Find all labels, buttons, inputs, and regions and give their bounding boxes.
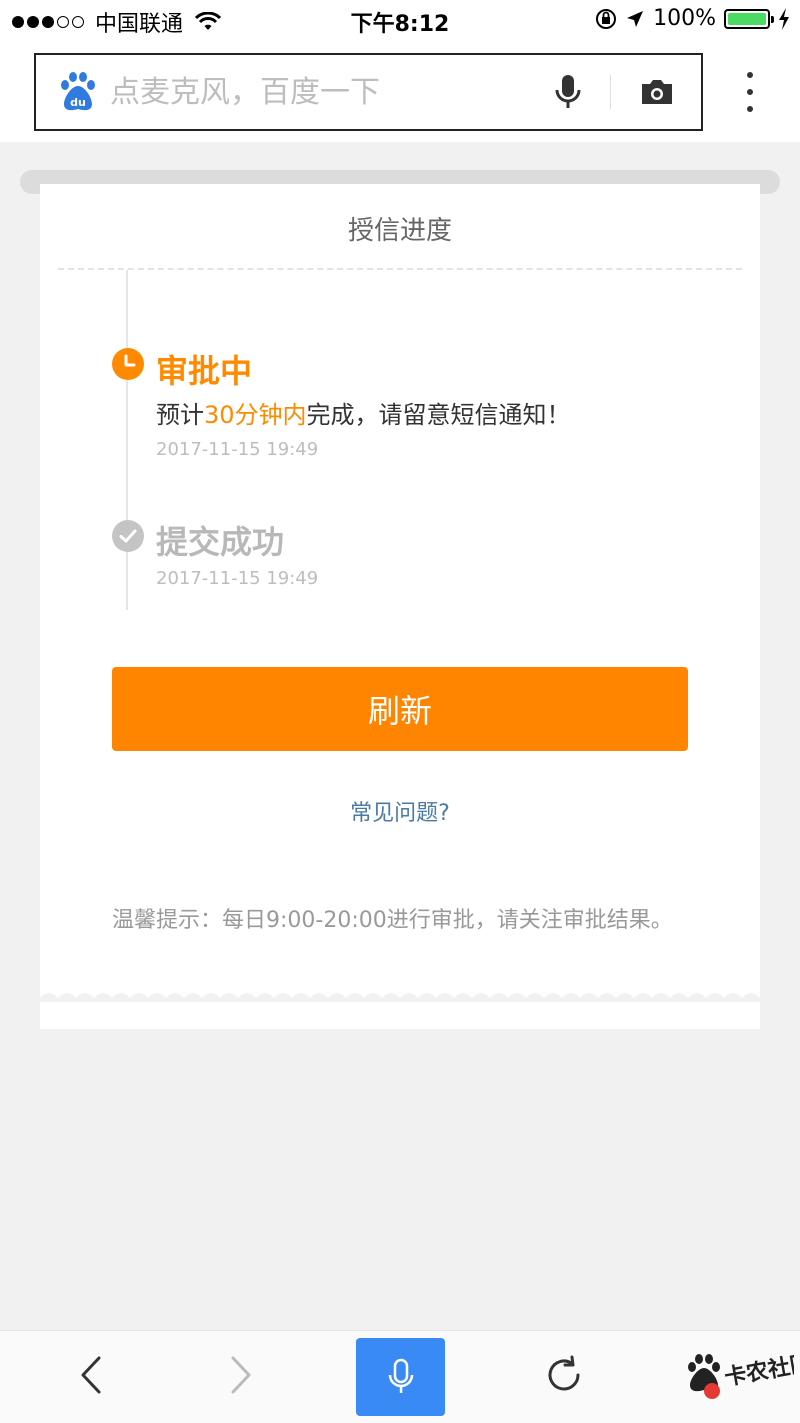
search-input[interactable] bbox=[110, 74, 548, 110]
desc-highlight: 30分钟内 bbox=[204, 401, 307, 429]
faq-link[interactable]: 常见问题? bbox=[40, 795, 760, 827]
desc-suffix: 完成，请留意短信通知！ bbox=[306, 401, 571, 429]
page-title: 授信进度 bbox=[347, 216, 452, 246]
location-arrow-icon bbox=[627, 10, 644, 27]
image-search-button[interactable] bbox=[637, 72, 677, 112]
reload-button[interactable] bbox=[540, 1351, 588, 1399]
page: 中国联通 下午8:12 100% du 点麦克风，百度一下 授信进度 审批中 预… bbox=[0, 0, 800, 1423]
bottom-toolbar: 卡农社区 bbox=[0, 1330, 800, 1423]
microphone-icon bbox=[388, 1358, 413, 1393]
search-box[interactable]: du bbox=[34, 53, 703, 131]
back-button[interactable] bbox=[68, 1351, 116, 1399]
status-right: 100% bbox=[587, 6, 790, 31]
step-time-submitted: 2017-11-15 19:49 bbox=[156, 568, 319, 589]
step-description: 预计30分钟内完成，请留意短信通知！ bbox=[156, 395, 571, 430]
forward-button[interactable] bbox=[216, 1351, 264, 1399]
baidu-paw-icon: du bbox=[61, 72, 95, 111]
camera-icon bbox=[642, 80, 672, 104]
credit-progress-card: 授信进度 审批中 预计30分钟内完成，请留意短信通知！ 2017-11-15 1… bbox=[40, 184, 760, 1029]
more-vertical-icon[interactable] bbox=[740, 72, 760, 112]
orientation-lock-icon bbox=[596, 8, 617, 29]
check-circle-icon bbox=[112, 520, 144, 552]
watermark-text: 卡农社区 bbox=[723, 1350, 794, 1391]
timeline-line bbox=[126, 270, 128, 610]
desc-prefix: 预计 bbox=[156, 401, 204, 429]
refresh-icon bbox=[548, 1355, 580, 1391]
microphone-icon bbox=[555, 75, 581, 108]
status-bar: 中国联通 下午8:12 100% bbox=[0, 0, 800, 40]
clock-icon bbox=[112, 348, 144, 380]
title-divider bbox=[58, 268, 742, 270]
search-divider bbox=[610, 75, 611, 109]
voice-search-button[interactable] bbox=[548, 72, 588, 112]
search-header: du bbox=[0, 40, 800, 142]
refresh-button[interactable]: 刷新 bbox=[112, 667, 688, 751]
step-status-submitted: 提交成功 bbox=[156, 523, 285, 561]
watermark-logo: 卡农社区 bbox=[688, 1350, 794, 1399]
step-status-approving: 审批中 bbox=[156, 352, 253, 390]
chevron-right-icon bbox=[231, 1356, 251, 1394]
voice-button[interactable] bbox=[356, 1338, 445, 1416]
svg-text:du: du bbox=[70, 96, 86, 109]
tip-text: 温馨提示：每日9:00-20:00进行审批，请关注审批结果。 bbox=[112, 908, 673, 933]
chevron-left-icon bbox=[81, 1356, 101, 1394]
charging-bolt-icon bbox=[779, 7, 789, 30]
battery-icon bbox=[724, 8, 774, 29]
scallop-edge bbox=[40, 993, 760, 1002]
battery-percent: 100% bbox=[653, 6, 716, 31]
step-time-approving: 2017-11-15 19:49 bbox=[156, 439, 319, 460]
